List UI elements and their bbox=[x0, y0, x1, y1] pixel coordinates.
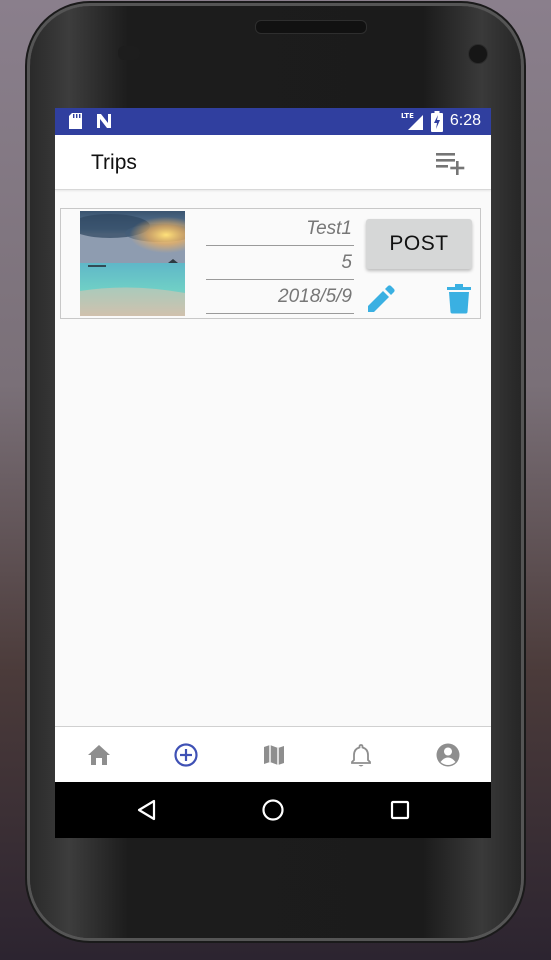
bottom-navigation bbox=[55, 726, 491, 783]
trip-days-field[interactable]: 5 bbox=[206, 248, 354, 280]
status-bar: LTE 6:28 bbox=[55, 108, 491, 135]
page-title: Trips bbox=[91, 151, 137, 174]
back-icon[interactable] bbox=[133, 796, 161, 824]
battery-charging-icon bbox=[431, 111, 443, 137]
home-button-icon[interactable] bbox=[259, 796, 287, 824]
sd-card-icon bbox=[68, 112, 83, 135]
proximity-sensor bbox=[118, 46, 140, 60]
app-bar: Trips bbox=[55, 135, 491, 190]
status-clock: 6:28 bbox=[449, 112, 481, 129]
bell-icon[interactable] bbox=[347, 741, 375, 769]
recents-icon[interactable] bbox=[386, 796, 414, 824]
post-button[interactable]: POST bbox=[366, 219, 472, 269]
app-screen: LTE 6:28 Trips Test1 5 2018/5/9 POST bbox=[55, 108, 491, 838]
n-notification-icon bbox=[95, 112, 113, 135]
trash-icon[interactable] bbox=[446, 284, 472, 314]
trip-name-field[interactable]: Test1 bbox=[206, 214, 354, 246]
home-icon[interactable] bbox=[85, 741, 113, 769]
account-icon[interactable] bbox=[434, 741, 462, 769]
lte-label: LTE bbox=[401, 112, 414, 120]
add-circle-icon[interactable] bbox=[172, 741, 200, 769]
front-camera bbox=[468, 44, 488, 64]
add-to-list-icon[interactable] bbox=[435, 150, 467, 176]
map-icon[interactable] bbox=[260, 741, 288, 769]
trip-date-field[interactable]: 2018/5/9 bbox=[206, 282, 354, 314]
lte-signal-icon: LTE bbox=[401, 111, 425, 136]
system-navigation-bar bbox=[55, 782, 491, 838]
trip-card[interactable]: Test1 5 2018/5/9 POST bbox=[60, 208, 481, 319]
pencil-icon[interactable] bbox=[365, 284, 397, 314]
trip-thumbnail bbox=[80, 211, 185, 316]
earpiece-speaker bbox=[255, 20, 367, 34]
